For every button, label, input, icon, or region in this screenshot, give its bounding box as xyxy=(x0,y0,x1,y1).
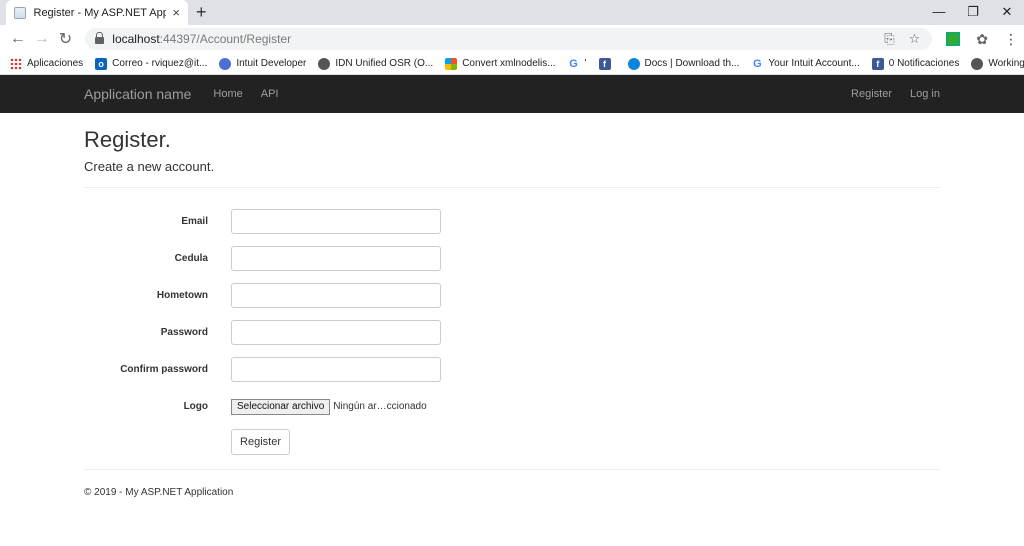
facebook-icon: f xyxy=(598,57,611,70)
brand-link[interactable]: Application name xyxy=(84,86,191,102)
google-icon: G xyxy=(567,57,580,70)
bookmark-item[interactable]: f xyxy=(598,57,616,70)
minimize-button[interactable]: — xyxy=(922,0,956,25)
bookmark-item[interactable]: o Correo - rviquez@it... xyxy=(95,57,207,70)
site-navbar: Application name Home API Register Log i… xyxy=(0,75,1024,113)
globe-icon xyxy=(971,57,984,70)
password-label: Password xyxy=(160,327,208,338)
email-label: Email xyxy=(181,216,208,227)
bookmark-item[interactable]: f0 Notificaciones xyxy=(871,57,959,70)
tab-close-icon[interactable]: × xyxy=(172,5,180,20)
globe-icon xyxy=(318,57,331,70)
bookmark-item[interactable]: IDN Unified OSR (O... xyxy=(318,57,433,70)
bookmark-item[interactable]: G Your Intuit Account... xyxy=(751,57,860,70)
new-tab-button[interactable]: + xyxy=(196,2,207,22)
bookmark-item[interactable]: Aplicaciones xyxy=(10,57,83,70)
cedula-input[interactable] xyxy=(231,246,441,271)
email-input[interactable] xyxy=(231,209,441,234)
edge-icon xyxy=(627,57,640,70)
footer-text: © 2019 - My ASP.NET Application xyxy=(84,487,234,498)
window-controls: — ❐ ✕ xyxy=(922,0,1024,25)
nav-link-home[interactable]: Home xyxy=(213,88,242,100)
footer-divider xyxy=(84,469,940,470)
divider xyxy=(84,187,940,188)
bookmark-item[interactable]: Working... xyxy=(971,57,1024,70)
bookmarks-bar: Aplicaciones o Correo - rviquez@it... Int… xyxy=(0,53,1024,75)
forward-arrow-icon[interactable]: → xyxy=(30,30,54,48)
form-row-hometown: Hometown xyxy=(84,277,940,314)
register-submit-button[interactable]: Register xyxy=(231,429,290,455)
reload-icon[interactable]: ↻ xyxy=(54,29,78,49)
facebook-icon: f xyxy=(871,57,884,70)
nav-link-login[interactable]: Log in xyxy=(910,88,940,100)
confirm-password-label: Confirm password xyxy=(120,364,208,375)
bookmark-item[interactable]: Docs | Download th... xyxy=(627,57,739,70)
browser-toolbar: ← → ↻ localhost:44397/Account/Register ⎘… xyxy=(0,25,1024,53)
register-form: Email Cedula Hometown Password Confirm p… xyxy=(84,203,940,455)
restore-button[interactable]: ❐ xyxy=(956,0,990,25)
url-host: localhost xyxy=(112,32,160,46)
address-bar[interactable]: localhost:44397/Account/Register ⎘ ☆ xyxy=(85,28,933,50)
url-path: :44397/Account/Register xyxy=(159,32,292,46)
apps-icon xyxy=(10,57,22,70)
browser-tab[interactable]: Register - My ASP.NET Application × xyxy=(6,0,188,25)
extension-green-icon[interactable] xyxy=(946,32,961,46)
microsoft-icon xyxy=(445,57,458,70)
page-subtitle: Create a new account. xyxy=(84,159,215,174)
browser-tabstrip: Register - My ASP.NET Application × + — … xyxy=(0,0,1024,25)
confirm-password-input[interactable] xyxy=(231,357,441,382)
page-favicon-icon xyxy=(14,6,26,19)
logo-label: Logo xyxy=(183,401,208,412)
page-container: Register. Create a new account. Email Ce… xyxy=(0,127,1024,498)
browser-menu-icon[interactable]: ⋮ xyxy=(1004,31,1018,48)
cedula-label: Cedula xyxy=(174,253,208,264)
google-icon: G xyxy=(751,57,764,70)
translate-icon[interactable]: ⎘ xyxy=(884,31,894,47)
bookmark-item[interactable]: Intuit Developer xyxy=(219,57,306,70)
password-input[interactable] xyxy=(231,320,441,345)
nav-link-api[interactable]: API xyxy=(261,88,279,100)
nav-link-register[interactable]: Register xyxy=(851,88,892,100)
extension-puzzle-icon[interactable]: ✿ xyxy=(976,31,988,48)
hometown-label: Hometown xyxy=(156,290,208,301)
bookmark-item[interactable]: Convert xmlnodelis... xyxy=(445,57,556,70)
logo-file-input[interactable]: Seleccionar archivo Ningún ar…ccionado xyxy=(231,398,427,415)
close-window-button[interactable]: ✕ xyxy=(990,0,1024,25)
hometown-input[interactable] xyxy=(231,283,441,308)
form-row-email: Email xyxy=(84,203,940,240)
form-row-cedula: Cedula xyxy=(84,240,940,277)
file-status-text: Ningún ar…ccionado xyxy=(333,401,427,412)
form-row-logo: Logo Seleccionar archivo Ningún ar…ccion… xyxy=(84,388,940,425)
page-title: Register. xyxy=(84,127,171,152)
outlook-icon: o xyxy=(95,57,108,70)
tab-title: Register - My ASP.NET Application xyxy=(33,6,167,19)
back-arrow-icon[interactable]: ← xyxy=(6,30,30,48)
bookmark-star-icon[interactable]: ☆ xyxy=(909,31,921,47)
choose-file-button[interactable]: Seleccionar archivo xyxy=(231,398,331,415)
lock-icon[interactable] xyxy=(95,32,105,44)
bookmark-item[interactable]: G ' xyxy=(567,57,587,70)
intuit-icon xyxy=(219,57,232,70)
form-row-confirm-password: Confirm password xyxy=(84,351,940,388)
form-row-password: Password xyxy=(84,314,940,351)
